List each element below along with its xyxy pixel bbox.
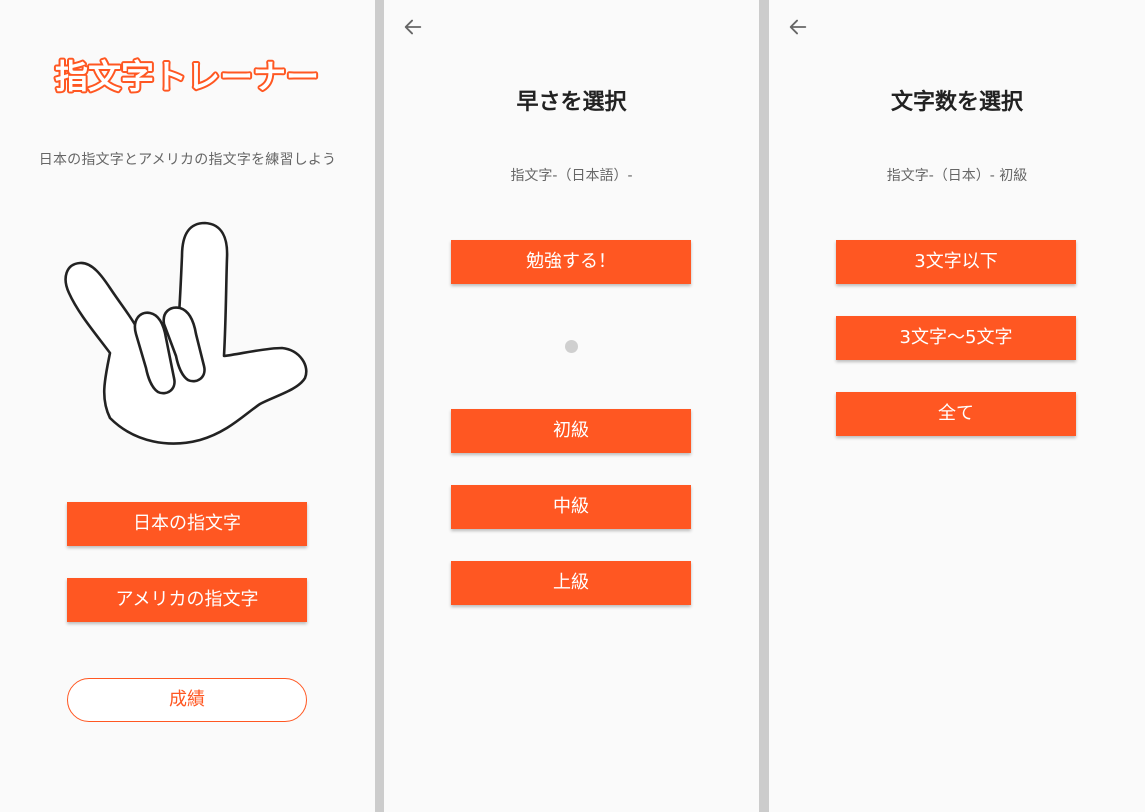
american-fingerspelling-button[interactable]: アメリカの指文字 bbox=[67, 578, 307, 622]
advanced-button[interactable]: 上級 bbox=[451, 561, 691, 605]
page-title: 早さを選択 bbox=[516, 90, 627, 115]
results-button[interactable]: 成績 bbox=[67, 678, 307, 722]
under-3-letters-button[interactable]: 3文字以下 bbox=[836, 240, 1076, 284]
page-subtitle: 指文字-（日本）- 初級 bbox=[886, 168, 1028, 184]
japanese-fingerspelling-button[interactable]: 日本の指文字 bbox=[67, 502, 307, 546]
intermediate-button[interactable]: 中級 bbox=[451, 485, 691, 529]
app-subtitle: 日本の指文字とアメリカの指文字を練習しよう bbox=[38, 152, 337, 168]
loading-dot bbox=[565, 340, 578, 353]
app-logo: 指文字トレーナー bbox=[53, 55, 321, 98]
beginner-button[interactable]: 初級 bbox=[451, 409, 691, 453]
svg-text:指文字トレーナー: 指文字トレーナー bbox=[55, 57, 319, 96]
ily-hand-icon bbox=[64, 221, 308, 445]
all-letters-button[interactable]: 全て bbox=[836, 392, 1076, 436]
arrow-left-icon[interactable] bbox=[402, 16, 424, 38]
study-button[interactable]: 勉強する！ bbox=[451, 240, 691, 284]
arrow-left-icon[interactable] bbox=[787, 16, 809, 38]
page-title: 文字数を選択 bbox=[890, 90, 1023, 115]
page-subtitle: 指文字-（日本語）- bbox=[510, 168, 633, 184]
length-select-screen: 文字数を選択 指文字-（日本）- 初級 3文字以下 3文字〜5文字 全て bbox=[769, 0, 1145, 812]
speed-select-screen: 早さを選択 指文字-（日本語）- 勉強する！ 初級 中級 上級 bbox=[384, 0, 759, 812]
3-to-5-letters-button[interactable]: 3文字〜5文字 bbox=[836, 316, 1076, 360]
home-screen: 指文字トレーナー 日本の指文字とアメリカの指文字を練習しよう 日本の指文字 アメ… bbox=[0, 0, 375, 812]
